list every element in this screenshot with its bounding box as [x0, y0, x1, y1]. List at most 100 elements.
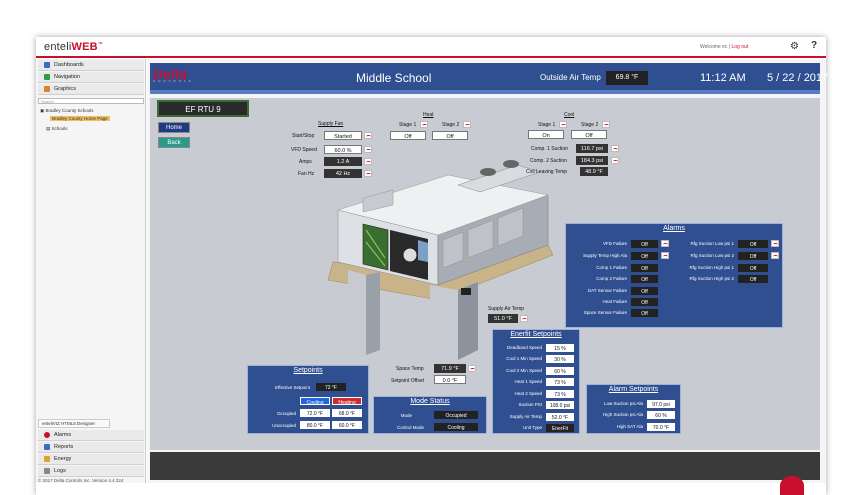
enerfit-row-value[interactable]: 60 % [546, 367, 574, 375]
comp2-suction-label: Comp. 2 Suction [530, 158, 567, 164]
alarm-value: Off [631, 309, 658, 317]
trend-icon[interactable] [463, 121, 471, 128]
enerfit-row-label: Cool 1 Min Speed [506, 356, 542, 361]
enerfit-title: Enerfit Setpoints [510, 331, 562, 338]
tree-item-schools[interactable]: ▤ Schools [46, 126, 68, 132]
trend-icon[interactable] [559, 121, 567, 128]
trend-icon[interactable] [364, 170, 372, 177]
logout-link[interactable]: Log out [732, 44, 749, 50]
help-icon[interactable]: ? [811, 40, 817, 51]
heat-stage1-value[interactable]: Off [390, 131, 426, 140]
gear-icon[interactable]: ⚙ [790, 41, 799, 52]
alarm-setpoints-title: Alarm Setpoints [608, 386, 659, 393]
occupied-cooling-value[interactable]: 72.0 °F [300, 409, 330, 417]
alarm-label: Heat Failure [602, 299, 627, 304]
enerfit-row-value[interactable]: 108.0 psi [546, 401, 574, 409]
trend-icon[interactable] [771, 252, 779, 259]
trend-icon[interactable] [364, 132, 372, 139]
date: 5 / 22 / 2017 [767, 72, 829, 84]
alarm-label: Comp 2 Failure [596, 276, 627, 281]
trend-icon[interactable] [611, 145, 619, 152]
alarm-setpoint-value[interactable]: 70.0 °F [647, 423, 675, 431]
enerfit-row-value[interactable]: 30 % [546, 355, 574, 363]
cool-stage1-value[interactable]: On [528, 130, 564, 139]
effective-setpoint-label: Effective Setpoint [275, 385, 310, 390]
alarm-setpoint-label: High Suction psi Ala [602, 412, 643, 417]
sidebar-item-reports[interactable]: Reports [38, 442, 144, 453]
tree-item-schools-root[interactable]: ▣ Bradley County Schools [40, 108, 94, 114]
trend-icon[interactable] [661, 240, 669, 247]
app-logo[interactable]: enteliWEB™ [44, 41, 103, 53]
heat-title: Heat [423, 112, 434, 118]
alarm-value: Off [631, 252, 658, 260]
school-title: Middle School [356, 71, 432, 85]
supply-air-value: 51.0 °F [488, 314, 518, 323]
setpoint-offset-label: Setpoint Offset [391, 378, 424, 384]
occupied-heating-value[interactable]: 68.0 °F [332, 409, 362, 417]
unit-title: EF RTU 9 [157, 100, 249, 117]
enerfit-row-label: Suction PSI [518, 402, 542, 407]
alarm-setpoint-value[interactable]: 97.0 psi [647, 400, 675, 408]
trend-icon[interactable] [364, 146, 372, 153]
tree-item-home-page[interactable]: Bradley County Home Page [50, 116, 110, 121]
sidebar-item-alarms[interactable]: Alarms [38, 430, 144, 441]
sidebar-item-dashboards[interactable]: Dashboards [38, 60, 144, 71]
navigation-icon [44, 74, 50, 80]
supply-fan-title: Supply Fan [318, 121, 344, 127]
alarm-label: Space Sensor Failure [583, 310, 627, 315]
sidebar-item-navigation[interactable]: Navigation [38, 72, 144, 83]
oat-label: Outside Air Temp [540, 73, 601, 82]
alarm-setpoint-label: Low Suction psi Ala [603, 401, 643, 406]
alarm-value: Off [631, 264, 658, 272]
enerfit-row-label: Cool 2 Min Speed [506, 368, 542, 373]
space-temp-value: 71.9 °F [434, 364, 466, 373]
amps-label: Amps [299, 159, 312, 165]
trend-icon[interactable] [661, 252, 669, 259]
alarm-value: Off [738, 275, 768, 283]
enerfit-row-value[interactable]: 73 % [546, 390, 574, 398]
sidebar-item-energy[interactable]: Energy [38, 454, 144, 465]
trend-icon[interactable] [420, 121, 428, 128]
alarms-title: Alarms [663, 225, 685, 232]
trend-icon[interactable] [602, 121, 610, 128]
home-button[interactable]: Home [158, 122, 190, 133]
cool-title: Cool [564, 112, 575, 118]
enerfit-row-value[interactable]: 52.0 °F [546, 413, 574, 421]
trend-icon[interactable] [611, 157, 619, 164]
canvas-bottom-strip [150, 452, 820, 480]
cool-stage2-value[interactable]: Off [571, 130, 607, 139]
fan-hz-value: 42 Hz [324, 169, 362, 178]
enerfit-row-value[interactable]: 73 % [546, 378, 574, 386]
vfd-speed-value[interactable]: 60.0 % [324, 145, 362, 154]
sidebar-item-graphics[interactable]: Graphics [38, 84, 144, 95]
alarm-setpoint-value[interactable]: 60 % [647, 411, 675, 419]
trend-icon[interactable] [468, 365, 476, 372]
start-stop-value[interactable]: Started [324, 131, 362, 140]
sidebar-item-logs[interactable]: Logs [38, 466, 144, 477]
graphics-icon [44, 86, 50, 92]
unoccupied-heating-value[interactable]: 60.0 °F [332, 421, 362, 429]
energy-icon [44, 456, 50, 462]
alarm-value: Off [631, 240, 658, 248]
designer-tab[interactable]: enteliVIZ HTML5 Designer [38, 419, 110, 428]
alarm-value: Off [738, 252, 768, 260]
heat-stage2-label: Stage 2 [442, 122, 460, 128]
trend-icon[interactable] [364, 158, 372, 165]
alarm-label: Rfg Suction Low psi 1 [690, 241, 734, 246]
alarm-value: Off [738, 240, 768, 248]
trend-icon[interactable] [520, 315, 528, 322]
mode-status-title: Mode Status [410, 398, 450, 405]
mode-value: Occupied [434, 411, 478, 419]
heat-stage2-value[interactable]: Off [432, 131, 468, 140]
logs-icon [44, 468, 50, 474]
vfd-speed-label: VFD Speed [291, 147, 317, 153]
setpoint-offset-value[interactable]: 0.0 °F [434, 375, 466, 384]
back-button[interactable]: Back [158, 137, 190, 148]
search-input[interactable]: Search [38, 98, 144, 104]
enerfit-row-value[interactable]: 15 % [546, 344, 574, 352]
chat-bubble-icon[interactable] [780, 476, 804, 495]
unoccupied-cooling-value[interactable]: 80.0 °F [300, 421, 330, 429]
trend-icon[interactable] [771, 240, 779, 247]
enerfit-row-label: Heat 1 Speed [514, 379, 542, 384]
welcome-text: Welcome ec | Log out [700, 44, 749, 50]
